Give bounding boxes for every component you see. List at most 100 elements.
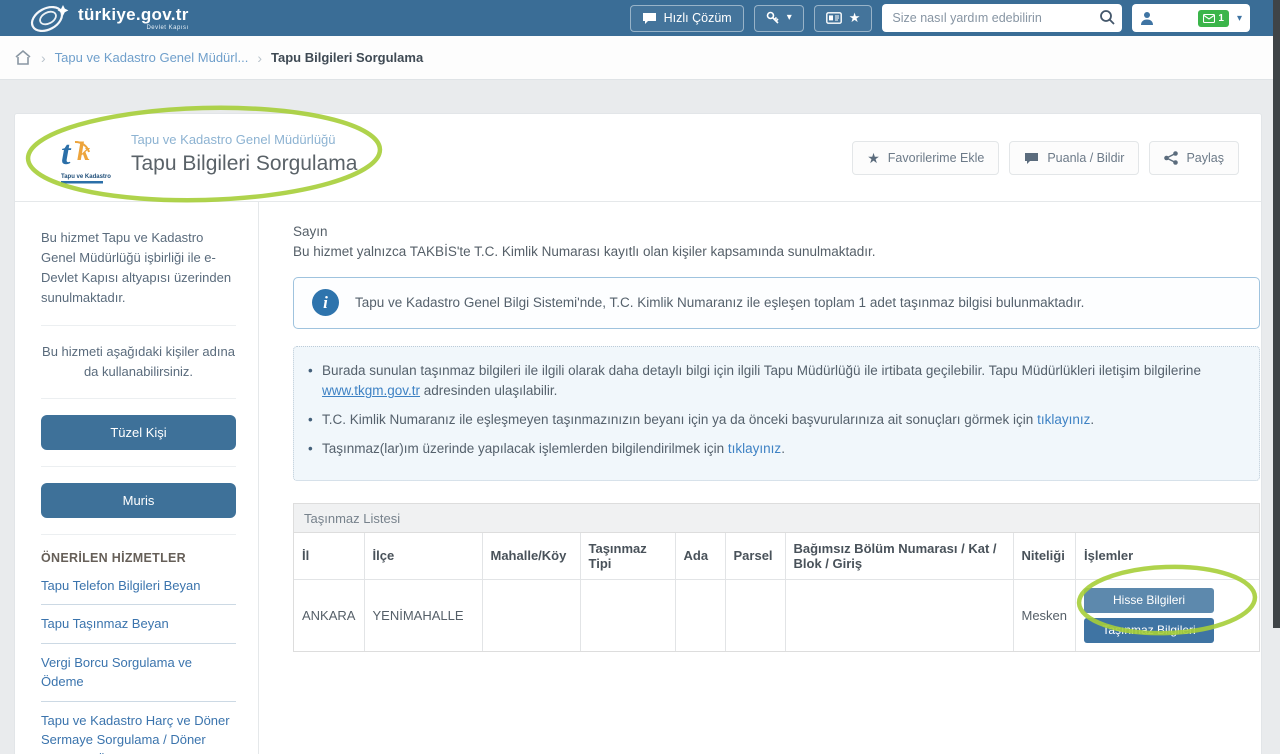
main-content: Sayın Bu hizmet yalnızca TAKBİS'te T.C. …	[293, 202, 1253, 652]
bullet-text: .	[781, 441, 785, 456]
cell-ada	[675, 579, 725, 651]
service-card: t k Tapu ve Kadastro Tapu ve Kadastro Ge…	[14, 113, 1262, 754]
col-tasinmaz-tipi: Taşınmaz Tipi	[580, 533, 675, 579]
message-badge[interactable]: 1	[1198, 10, 1229, 27]
share-icon	[1164, 151, 1178, 165]
salutation: Sayın	[293, 222, 1253, 242]
rate-report-button[interactable]: Puanla / Bildir	[1009, 141, 1139, 175]
bullet-text: Burada sunulan taşınmaz bilgileri ile il…	[322, 363, 1201, 378]
col-il: İl	[294, 533, 364, 579]
table-caption: Taşınmaz Listesi	[294, 504, 1259, 533]
chat-bubble-icon	[642, 12, 657, 25]
screenshot-right-edge	[1273, 0, 1280, 628]
cell-bagimsiz-bolum	[785, 579, 1013, 651]
sidebar: Bu hizmet Tapu ve Kadastro Genel Müdürlü…	[15, 202, 259, 754]
share-details-button[interactable]: Hisse Bilgileri	[1084, 588, 1214, 613]
accessibility-menu-button[interactable]: ▾	[754, 5, 804, 32]
table-row: ANKARA YENİMAHALLE Mesken Hisse Bilgiler…	[294, 579, 1259, 651]
id-card-icon	[826, 12, 842, 24]
breadcrumb-separator: ›	[41, 50, 46, 66]
cell-parsel	[725, 579, 785, 651]
breadcrumb: › Tapu ve Kadastro Genel Müdürl... › Tap…	[0, 36, 1280, 80]
table-header-row: İl İlçe Mahalle/Köy Taşınmaz Tipi Ada Pa…	[294, 533, 1259, 579]
cards-favorites-button[interactable]: ★	[814, 5, 873, 32]
divider	[41, 398, 236, 399]
message-count: 1	[1218, 13, 1224, 24]
property-details-button[interactable]: Taşınmaz Bilgileri	[1084, 618, 1214, 643]
divider	[41, 325, 236, 326]
svg-text:Tapu ve Kadastro: Tapu ve Kadastro	[61, 174, 111, 180]
service-header: t k Tapu ve Kadastro Tapu ve Kadastro Ge…	[15, 114, 1261, 202]
rate-report-label: Puanla / Bildir	[1047, 151, 1124, 165]
col-ilce: İlçe	[364, 533, 482, 579]
result-count-infobox: i Tapu ve Kadastro Genel Bilgi Sistemi'n…	[293, 277, 1260, 329]
quick-solution-button[interactable]: Hızlı Çözüm	[630, 5, 744, 32]
user-account-menu[interactable]: 1 ▾	[1132, 4, 1250, 32]
bullet-unmatched-declaration: T.C. Kimlik Numaranız ile eşleşmeyen taş…	[308, 410, 1239, 431]
cell-il: ANKARA	[294, 579, 364, 651]
col-niteligi: Niteliği	[1013, 533, 1076, 579]
search-icon[interactable]	[1099, 9, 1116, 26]
service-agency-name: Tapu ve Kadastro Genel Müdürlüğü	[131, 132, 357, 147]
share-label: Paylaş	[1186, 151, 1224, 165]
quick-solution-label: Hızlı Çözüm	[664, 11, 732, 25]
deceased-person-button[interactable]: Muris	[41, 483, 236, 518]
bullet-text: .	[1090, 412, 1094, 427]
add-to-favorites-button[interactable]: ★ Favorilerime Ekle	[852, 141, 999, 175]
divider	[41, 534, 236, 535]
bullet-notification: Taşınmaz(lar)ım üzerinde yapılacak işlem…	[308, 439, 1239, 460]
star-icon: ★	[867, 151, 880, 165]
turkiye-gov-logo[interactable]: türkiye.gov.tr Devlet Kapısı	[28, 2, 189, 34]
key-icon	[766, 11, 780, 25]
help-search	[882, 4, 1122, 32]
bullet-text: Taşınmaz(lar)ım üzerinde yapılacak işlem…	[322, 441, 728, 456]
divider	[41, 466, 236, 467]
cell-islemler: Hisse Bilgileri Taşınmaz Bilgileri	[1076, 579, 1259, 651]
col-islemler: İşlemler	[1076, 533, 1259, 579]
edevlet-swirl-icon	[28, 2, 72, 34]
cell-niteligi: Mesken	[1013, 579, 1076, 651]
comment-icon	[1024, 152, 1039, 165]
col-bagimsiz-bolum: Bağımsız Bölüm Numarası / Kat / Blok / G…	[785, 533, 1013, 579]
breadcrumb-item-agency[interactable]: Tapu ve Kadastro Genel Müdürl...	[55, 50, 249, 65]
chevron-down-icon: ▾	[787, 13, 792, 23]
legal-entity-button[interactable]: Tüzel Kişi	[41, 415, 236, 450]
cell-tasinmaz-tipi	[580, 579, 675, 651]
cell-ilce: YENİMAHALLE	[364, 579, 482, 651]
tkgm-link[interactable]: www.tkgm.gov.tr	[322, 383, 420, 398]
bullet-text: T.C. Kimlik Numaranız ile eşleşmeyen taş…	[322, 412, 1037, 427]
tapu-kadastro-logo: t k Tapu ve Kadastro	[55, 130, 115, 186]
logo-text: türkiye.gov.tr	[78, 6, 189, 23]
information-bullets: Burada sunulan taşınmaz bilgileri ile il…	[293, 346, 1260, 482]
service-scope-notice: Bu hizmet yalnızca TAKBİS'te T.C. Kimlik…	[293, 242, 1253, 262]
col-parsel: Parsel	[725, 533, 785, 579]
col-ada: Ada	[675, 533, 725, 579]
result-count-text: Tapu ve Kadastro Genel Bilgi Sistemi'nde…	[355, 295, 1084, 310]
home-icon[interactable]	[14, 49, 32, 66]
property-list-table: Taşınmaz Listesi İl İlçe Mahalle/Köy Taş…	[293, 503, 1260, 652]
suggested-services-heading: ÖNERİLEN HİZMETLER	[41, 551, 236, 565]
breadcrumb-item-current: Tapu Bilgileri Sorgulama	[271, 50, 423, 65]
col-mahalle-koy: Mahalle/Köy	[482, 533, 580, 579]
star-icon: ★	[849, 10, 861, 26]
sidebar-link-tapu-telefon[interactable]: Tapu Telefon Bilgileri Beyan	[41, 567, 236, 606]
declaration-link[interactable]: tıklayınız	[1037, 412, 1090, 427]
usage-note: Bu hizmeti aşağıdaki kişiler adına da ku…	[41, 342, 236, 382]
chevron-down-icon: ▾	[1237, 13, 1242, 24]
share-button[interactable]: Paylaş	[1149, 141, 1239, 175]
add-to-favorites-label: Favorilerime Ekle	[888, 151, 985, 165]
breadcrumb-separator: ›	[257, 50, 262, 66]
envelope-icon	[1203, 14, 1215, 23]
bullet-text: adresinden ulaşılabilir.	[420, 383, 557, 398]
sidebar-link-vergi-borcu[interactable]: Vergi Borcu Sorgulama ve Ödeme	[41, 644, 236, 702]
search-input[interactable]	[882, 4, 1122, 32]
service-provider-note: Bu hizmet Tapu ve Kadastro Genel Müdürlü…	[41, 228, 236, 309]
logo-subtext: Devlet Kapısı	[78, 25, 189, 31]
bullet-contact-info: Burada sunulan taşınmaz bilgileri ile il…	[308, 361, 1239, 403]
sidebar-link-harc-doner-sermaye[interactable]: Tapu ve Kadastro Harç ve Döner Sermaye S…	[41, 702, 236, 754]
top-header-bar: türkiye.gov.tr Devlet Kapısı Hızlı Çözüm…	[0, 0, 1280, 36]
sidebar-link-tapu-tasinmaz[interactable]: Tapu Taşınmaz Beyan	[41, 605, 236, 644]
user-icon	[1140, 11, 1154, 26]
notification-link[interactable]: tıklayınız	[728, 441, 781, 456]
info-icon: i	[312, 289, 339, 316]
